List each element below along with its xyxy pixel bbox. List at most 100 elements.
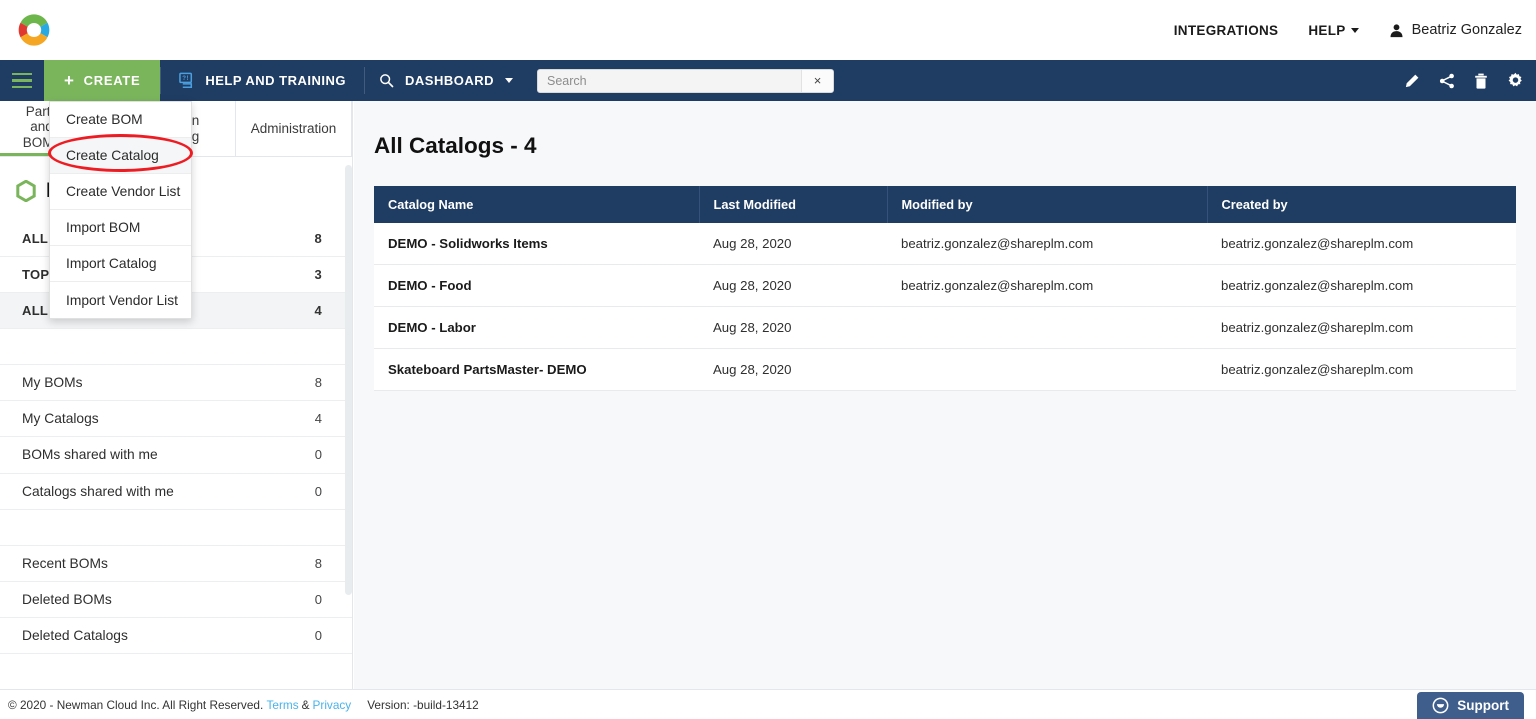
create-button-label: CREATE	[83, 73, 141, 88]
sidebar-item-deleted-boms[interactable]: Deleted BOMs 0	[0, 582, 352, 619]
sidebar-group-divider	[0, 329, 352, 365]
support-label: Support	[1457, 698, 1509, 713]
sidebar-item-label: BOMs shared with me	[22, 447, 158, 463]
help-and-training-label: HELP AND TRAINING	[205, 73, 346, 88]
cell-catalog-name: Skateboard PartsMaster- DEMO	[374, 348, 699, 391]
sidebar-item-count: 4	[314, 303, 322, 318]
table-row[interactable]: DEMO - Food Aug 28, 2020 beatriz.gonzale…	[374, 264, 1516, 307]
table-row[interactable]: DEMO - Solidworks Items Aug 28, 2020 bea…	[374, 223, 1516, 265]
privacy-link[interactable]: Privacy	[313, 698, 352, 712]
sidebar-item-count: 0	[314, 592, 322, 608]
main-navigation-bar: + CREATE ?! HELP AND TRAINING DASHBOARD …	[0, 60, 1536, 101]
menu-item-label: Import Vendor List	[66, 292, 178, 308]
page-title: All Catalogs - 4	[374, 133, 537, 158]
sidebar-item-label: Deleted Catalogs	[22, 628, 128, 644]
sidebar-item-count: 8	[314, 555, 322, 571]
search-clear-button[interactable]: ×	[801, 69, 833, 92]
column-header-created-by[interactable]: Created by	[1207, 186, 1516, 223]
user-avatar-icon	[1390, 23, 1403, 37]
create-button[interactable]: + CREATE	[44, 60, 161, 101]
terms-link[interactable]: Terms	[267, 698, 299, 712]
sidebar-item-deleted-catalogs[interactable]: Deleted Catalogs 0	[0, 618, 352, 655]
catalogs-table: Catalog Name Last Modified Modified by C…	[374, 186, 1516, 391]
table-header-row: Catalog Name Last Modified Modified by C…	[374, 186, 1516, 223]
chevron-down-icon	[505, 78, 513, 83]
version-text: Version: -build-13412	[367, 697, 479, 712]
support-smile-icon	[1432, 697, 1449, 714]
sidebar-item-label: Recent BOMs	[22, 555, 108, 571]
table-row[interactable]: DEMO - Labor Aug 28, 2020 beatriz.gonzal…	[374, 306, 1516, 349]
sidebar-item-label: Catalogs shared with me	[22, 483, 174, 499]
footer-bar: © 2020 - Newman Cloud Inc. All Right Res…	[0, 689, 1536, 719]
create-dropdown-menu: Create BOM Create Catalog Create Vendor …	[49, 101, 192, 319]
search-icon	[380, 74, 394, 88]
column-header-modified-by[interactable]: Modified by	[887, 186, 1208, 223]
help-and-training-button[interactable]: ?! HELP AND TRAINING	[161, 60, 364, 101]
top-right-links: INTEGRATIONS HELP Beatriz Gonzalez	[1174, 0, 1522, 60]
tab-label: Administration	[250, 120, 337, 136]
sidebar-item-count: 0	[314, 447, 322, 463]
column-header-last-modified[interactable]: Last Modified	[699, 186, 888, 223]
cell-created-by: beatriz.gonzalez@shareplm.com	[1207, 348, 1516, 391]
cell-modified-by: beatriz.gonzalez@shareplm.com	[887, 264, 1207, 307]
menu-item-label: Create Catalog	[66, 148, 159, 163]
support-button[interactable]: Support	[1417, 692, 1524, 719]
dashboard-menu[interactable]: DASHBOARD	[365, 60, 531, 101]
cell-modified-by	[887, 348, 1207, 391]
sidebar-scrollbar[interactable]	[345, 165, 352, 595]
sidebar-item-count: 8	[314, 231, 322, 246]
sidebar-item-count: 0	[314, 628, 322, 644]
logo-donut-icon	[18, 14, 50, 46]
sidebar-item-count: 8	[314, 375, 322, 391]
menu-item-label: Import Catalog	[66, 256, 157, 271]
sidebar-item-my-catalogs[interactable]: My Catalogs 4	[0, 401, 352, 438]
cell-catalog-name: DEMO - Solidworks Items	[374, 223, 699, 265]
menu-item-import-bom[interactable]: Import BOM	[50, 210, 191, 246]
copyright-text: © 2020 - Newman Cloud Inc. All Right Res…	[8, 697, 264, 712]
cell-modified-by: beatriz.gonzalez@shareplm.com	[887, 223, 1207, 265]
user-menu[interactable]: Beatriz Gonzalez	[1389, 22, 1522, 38]
cell-created-by: beatriz.gonzalez@shareplm.com	[1207, 223, 1516, 265]
sidebar-item-catalogs-shared-with-me[interactable]: Catalogs shared with me 0	[0, 474, 352, 510]
share-icon[interactable]	[1439, 73, 1455, 89]
sidebar-item-my-boms[interactable]: My BOMs 8	[0, 365, 352, 402]
dashboard-label: DASHBOARD	[405, 73, 494, 88]
sidebar-item-label: My Catalogs	[22, 411, 99, 427]
trash-icon[interactable]	[1474, 73, 1488, 89]
cell-catalog-name: DEMO - Labor	[374, 306, 699, 349]
user-name: Beatriz Gonzalez	[1411, 22, 1522, 38]
sidebar-item-label: Deleted BOMs	[22, 592, 112, 608]
menu-item-import-catalog[interactable]: Import Catalog	[50, 246, 191, 282]
cell-last-modified: Aug 28, 2020	[699, 223, 887, 265]
plus-icon: +	[64, 71, 75, 90]
integrations-link[interactable]: INTEGRATIONS	[1174, 23, 1279, 38]
tab-administration[interactable]: Administration	[236, 101, 352, 156]
menu-item-label: Create Vendor List	[66, 184, 181, 199]
sidebar-item-count: 4	[314, 411, 322, 427]
cell-last-modified: Aug 28, 2020	[699, 264, 887, 307]
menu-item-create-catalog[interactable]: Create Catalog	[50, 138, 191, 174]
menu-item-import-vendor-list[interactable]: Import Vendor List	[50, 282, 191, 318]
sidebar-item-count: 3	[314, 267, 322, 282]
sidebar-item-boms-shared-with-me[interactable]: BOMs shared with me 0	[0, 437, 352, 474]
cell-modified-by	[887, 306, 1207, 349]
app-logo[interactable]	[10, 6, 58, 54]
menu-item-label: Import BOM	[66, 220, 141, 235]
search-input[interactable]	[538, 69, 801, 92]
column-header-catalog-name[interactable]: Catalog Name	[374, 186, 700, 223]
search-box[interactable]: ×	[537, 68, 834, 93]
menu-item-create-vendor-list[interactable]: Create Vendor List	[50, 174, 191, 210]
menu-item-create-bom[interactable]: Create BOM	[50, 102, 191, 138]
help-label: HELP	[1308, 22, 1346, 38]
table-row[interactable]: Skateboard PartsMaster- DEMO Aug 28, 202…	[374, 348, 1516, 391]
main-content: All Catalogs - 4 Catalog Name Last Modif…	[354, 101, 1536, 689]
edit-icon[interactable]	[1404, 73, 1420, 89]
menu-hamburger-icon[interactable]	[0, 60, 44, 101]
gear-icon[interactable]	[1507, 72, 1524, 89]
sidebar-item-recent-boms[interactable]: Recent BOMs 8	[0, 546, 352, 582]
cell-catalog-name: DEMO - Food	[374, 264, 699, 307]
sidebar-item-count: 0	[314, 483, 322, 499]
cell-last-modified: Aug 28, 2020	[699, 348, 887, 391]
help-menu[interactable]: HELP	[1308, 22, 1359, 38]
footer-separator: &	[301, 697, 310, 712]
